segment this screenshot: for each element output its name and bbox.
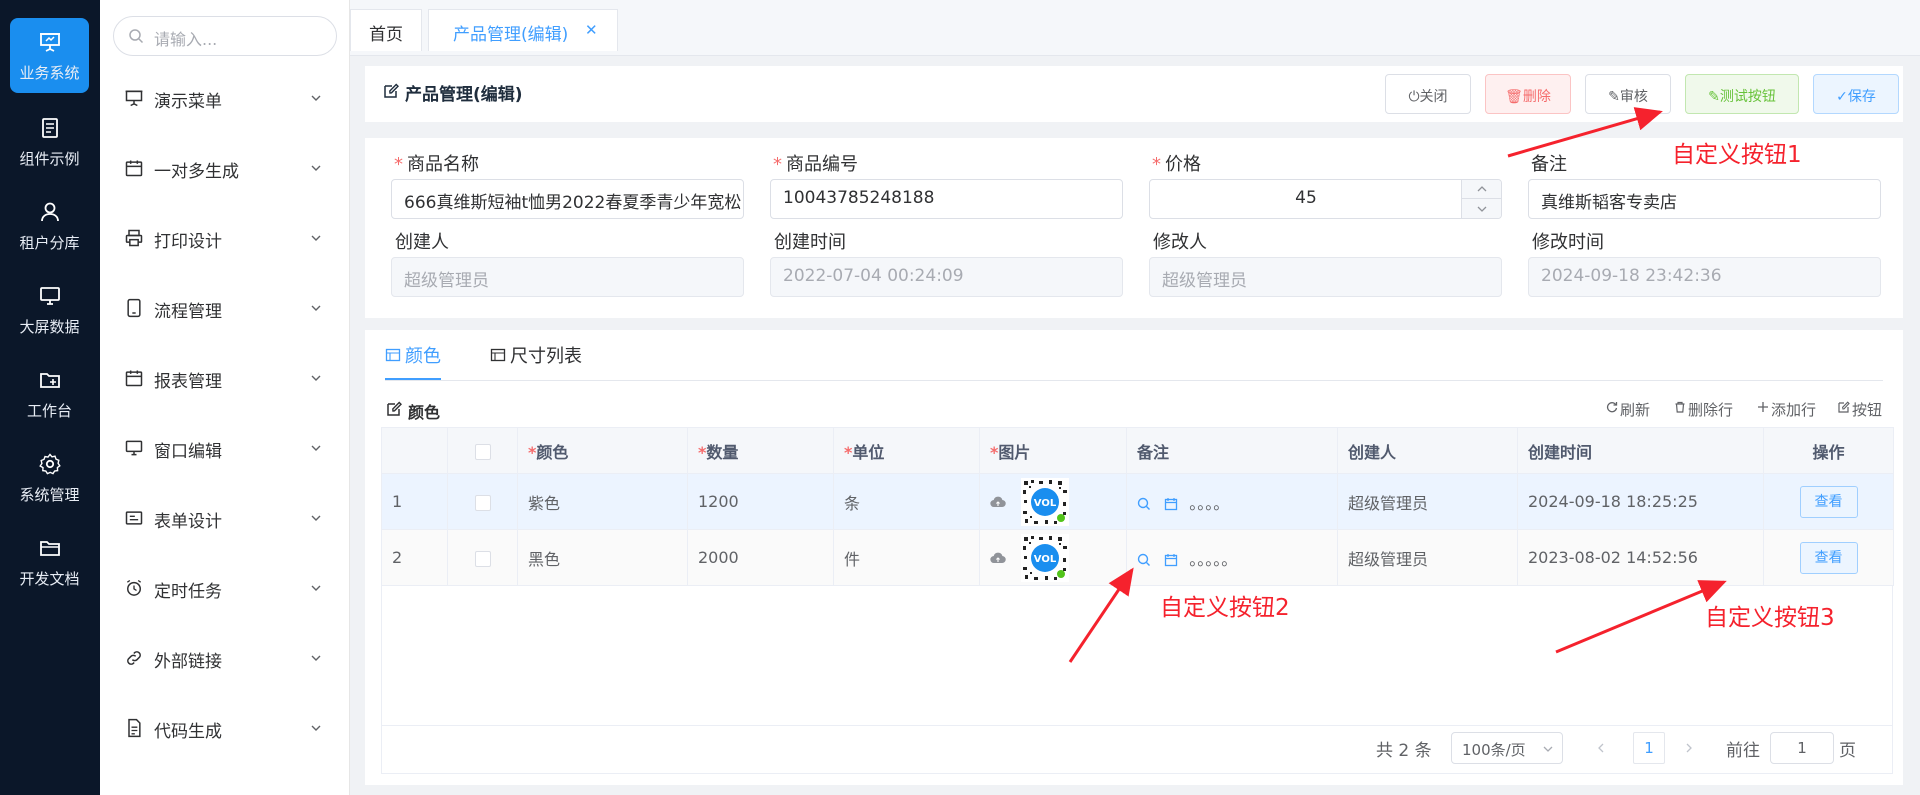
annotation-label-2: 自定义按钮2 — [1160, 595, 1290, 621]
annotation-arrow-2 — [1068, 567, 1134, 663]
annotation-arrow-1 — [1507, 107, 1663, 158]
annotation-arrow-3 — [1555, 580, 1727, 654]
annotation-label-1: 自定义按钮1 — [1672, 142, 1802, 168]
annotation-label-3: 自定义按钮3 — [1705, 605, 1835, 631]
annotation-arrows — [1068, 107, 1727, 663]
